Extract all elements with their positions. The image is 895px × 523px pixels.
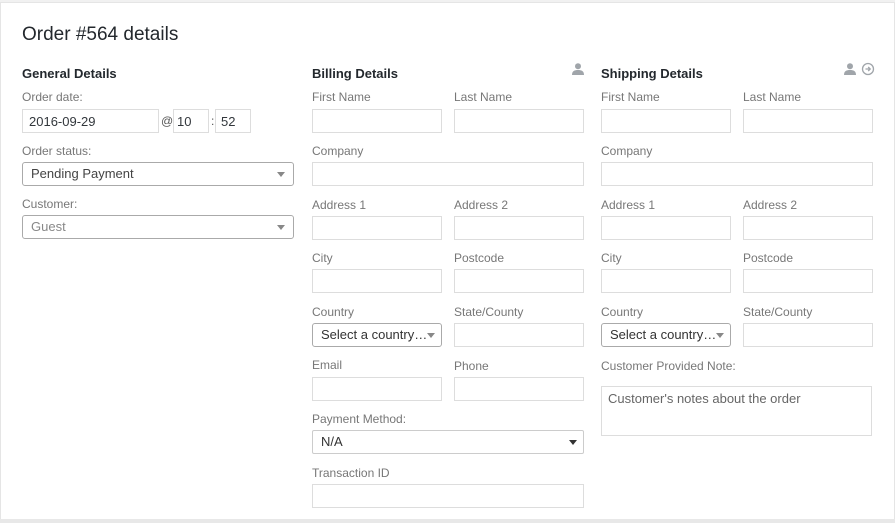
shipping-address1-label: Address 1 xyxy=(601,198,656,212)
page-title: Order #564 details xyxy=(22,24,179,45)
billing-phone-label: Phone xyxy=(454,359,489,373)
shipping-city-input[interactable] xyxy=(601,269,731,293)
customer-note-label: Customer Provided Note: xyxy=(601,359,736,373)
billing-address1-label: Address 1 xyxy=(312,198,367,212)
general-details-heading: General Details xyxy=(22,66,117,81)
order-status-label: Order status: xyxy=(22,144,92,158)
payment-method-value: N/A xyxy=(321,434,343,449)
billing-first-name-label: First Name xyxy=(312,90,371,104)
load-billing-icon[interactable] xyxy=(861,62,875,76)
billing-city-label: City xyxy=(312,251,333,265)
billing-country-value: Select a country… xyxy=(321,327,428,342)
chevron-down-icon xyxy=(427,333,435,338)
billing-address2-label: Address 2 xyxy=(454,198,509,212)
shipping-country-label: Country xyxy=(601,305,644,319)
billing-postcode-label: Postcode xyxy=(454,251,505,265)
billing-country-select[interactable]: Select a country… xyxy=(312,323,442,347)
billing-email-label: Email xyxy=(312,358,343,372)
shipping-last-name-label: Last Name xyxy=(743,90,802,104)
chevron-down-icon xyxy=(277,225,285,230)
order-date-input[interactable] xyxy=(22,109,159,133)
shipping-last-name-input[interactable] xyxy=(743,109,873,133)
panel-bottom-edge xyxy=(0,519,895,523)
billing-company-label: Company xyxy=(312,144,364,158)
billing-first-name-input[interactable] xyxy=(312,109,442,133)
shipping-country-value: Select a country… xyxy=(610,327,717,342)
chevron-down-icon xyxy=(716,333,724,338)
billing-city-input[interactable] xyxy=(312,269,442,293)
shipping-postcode-label: Postcode xyxy=(743,251,794,265)
customer-value: Guest xyxy=(31,219,66,234)
shipping-state-label: State/County xyxy=(743,305,813,319)
chevron-down-icon xyxy=(569,440,577,445)
billing-last-name-label: Last Name xyxy=(454,90,513,104)
shipping-address1-input[interactable] xyxy=(601,216,731,240)
billing-state-label: State/County xyxy=(454,305,524,319)
payment-method-select[interactable]: N/A xyxy=(312,430,584,454)
billing-company-input[interactable] xyxy=(312,162,584,186)
transaction-id-input[interactable] xyxy=(312,484,584,508)
billing-address2-input[interactable] xyxy=(454,216,584,240)
shipping-postcode-input[interactable] xyxy=(743,269,873,293)
order-status-select[interactable]: Pending Payment xyxy=(22,162,294,186)
shipping-country-select[interactable]: Select a country… xyxy=(601,323,731,347)
user-icon[interactable] xyxy=(571,62,585,76)
billing-details-heading: Billing Details xyxy=(312,66,398,81)
customer-select[interactable]: Guest xyxy=(22,215,294,239)
payment-method-label: Payment Method: xyxy=(312,412,407,426)
chevron-down-icon xyxy=(277,172,285,177)
time-colon: : xyxy=(211,114,215,128)
shipping-address2-input[interactable] xyxy=(743,216,873,240)
billing-country-label: Country xyxy=(312,305,355,319)
order-hour-input[interactable] xyxy=(173,109,209,133)
shipping-company-label: Company xyxy=(601,144,653,158)
shipping-address2-label: Address 2 xyxy=(743,198,798,212)
order-details-panel: Order #564 details General Details Order… xyxy=(0,2,895,520)
transaction-id-label: Transaction ID xyxy=(312,466,390,480)
customer-label: Customer: xyxy=(22,197,78,211)
order-minute-input[interactable] xyxy=(215,109,251,133)
shipping-state-input[interactable] xyxy=(743,323,873,347)
order-date-label: Order date: xyxy=(22,90,83,104)
billing-address1-input[interactable] xyxy=(312,216,442,240)
shipping-first-name-input[interactable] xyxy=(601,109,731,133)
customer-note-textarea[interactable] xyxy=(601,386,872,436)
billing-state-input[interactable] xyxy=(454,323,584,347)
billing-last-name-input[interactable] xyxy=(454,109,584,133)
billing-email-input[interactable] xyxy=(312,377,442,401)
at-symbol: @ xyxy=(161,114,174,128)
shipping-city-label: City xyxy=(601,251,622,265)
shipping-company-input[interactable] xyxy=(601,162,873,186)
order-status-value: Pending Payment xyxy=(31,166,134,181)
user-icon[interactable] xyxy=(843,62,857,76)
billing-postcode-input[interactable] xyxy=(454,269,584,293)
shipping-details-heading: Shipping Details xyxy=(601,66,703,81)
billing-phone-input[interactable] xyxy=(454,377,584,401)
shipping-first-name-label: First Name xyxy=(601,90,660,104)
